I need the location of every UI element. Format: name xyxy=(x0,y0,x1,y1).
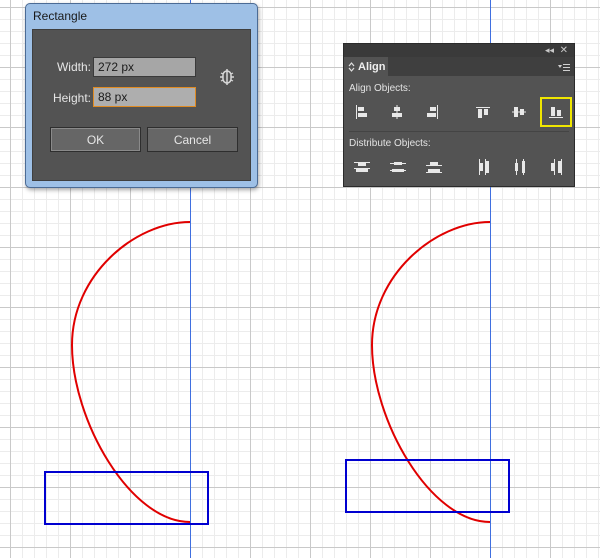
horizontal-distribute-left-icon[interactable] xyxy=(471,156,497,178)
dialog-title: Rectangle xyxy=(33,9,88,23)
panel-tab-strip xyxy=(388,57,574,76)
vertical-distribute-center-icon[interactable] xyxy=(385,156,411,178)
vertical-align-bottom-icon[interactable] xyxy=(540,97,572,127)
distribute-objects-label: Distribute Objects: xyxy=(349,138,431,149)
panel-title-bar[interactable]: ◂◂ ✕ xyxy=(344,44,574,57)
vertical-align-top-icon[interactable] xyxy=(470,101,496,123)
align-objects-label: Align Objects: xyxy=(349,83,411,94)
vertical-align-center-icon[interactable] xyxy=(506,101,532,123)
cancel-button[interactable]: Cancel xyxy=(147,127,238,152)
rectangle-dialog: Rectangle Width: Height: OK Cancel xyxy=(25,3,258,188)
link-constrain-icon[interactable] xyxy=(217,67,237,87)
tab-align[interactable]: Align xyxy=(344,57,388,76)
panel-menu-icon[interactable] xyxy=(558,60,570,78)
horizontal-align-right-icon[interactable] xyxy=(420,101,446,123)
horizontal-align-left-icon[interactable] xyxy=(348,101,374,123)
horizontal-distribute-center-icon[interactable] xyxy=(507,156,533,178)
width-input[interactable] xyxy=(93,57,196,77)
panel-divider xyxy=(349,131,569,132)
vertical-distribute-bottom-icon[interactable] xyxy=(421,156,447,178)
horizontal-distribute-right-icon[interactable] xyxy=(543,156,569,178)
red-curve-path-right[interactable] xyxy=(370,221,491,523)
close-icon[interactable]: ✕ xyxy=(560,44,568,57)
height-input[interactable] xyxy=(93,87,196,107)
collapse-panel-icon[interactable]: ◂◂ xyxy=(545,44,554,57)
tab-align-label: Align xyxy=(358,60,386,73)
blue-rectangle-left[interactable] xyxy=(44,471,209,525)
vertical-distribute-top-icon[interactable] xyxy=(349,156,375,178)
width-label: Width: xyxy=(56,60,91,74)
ok-button[interactable]: OK xyxy=(50,127,141,152)
dialog-body: Width: Height: OK Cancel xyxy=(32,29,251,181)
red-curve-path-left[interactable] xyxy=(70,221,191,523)
horizontal-align-center-icon[interactable] xyxy=(384,101,410,123)
height-label: Height: xyxy=(52,91,91,105)
align-panel: ◂◂ ✕ Align Align Objects: Distribute Obj… xyxy=(343,43,575,187)
tab-expand-icon[interactable] xyxy=(348,61,355,72)
